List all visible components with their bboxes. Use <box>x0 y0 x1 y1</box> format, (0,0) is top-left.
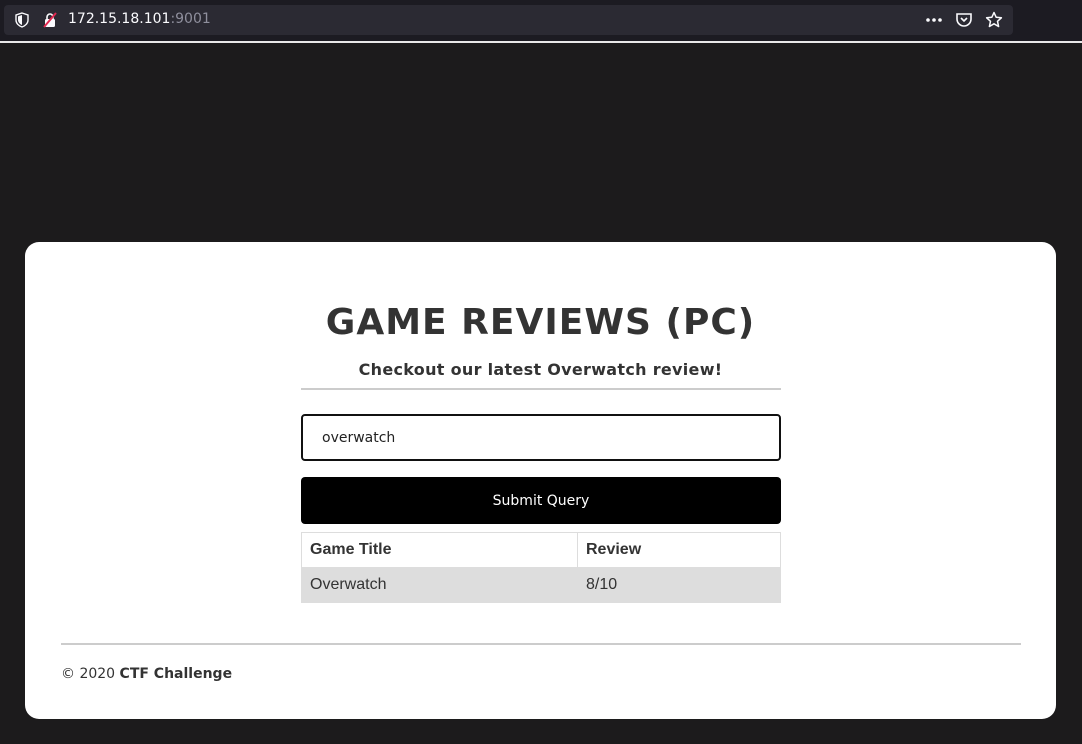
content-card: GAME REVIEWS (PC) Checkout our latest Ov… <box>25 242 1056 719</box>
url-bar[interactable]: 172.15.18.101:9001 <box>4 5 1013 35</box>
url-actions <box>925 11 1003 29</box>
shield-icon[interactable] <box>14 12 30 32</box>
cell-review: 8/10 <box>577 567 781 603</box>
reviews-table: Game Title Review Overwatch 8/10 <box>301 532 781 603</box>
insecure-lock-icon[interactable] <box>42 12 58 32</box>
submit-query-button[interactable]: Submit Query <box>301 477 781 524</box>
browser-toolbar: 172.15.18.101:9001 <box>0 0 1082 43</box>
bookmark-star-icon[interactable] <box>985 11 1003 29</box>
page-subtitle: Checkout our latest Overwatch review! <box>358 360 723 379</box>
url-host: 172.15.18.101 <box>68 11 171 27</box>
pocket-icon[interactable] <box>955 11 973 29</box>
table-header-row: Game Title Review <box>301 532 781 568</box>
footer-owner: CTF Challenge <box>119 666 233 682</box>
table-row: Overwatch 8/10 <box>301 567 781 603</box>
column-header-review: Review <box>577 532 781 568</box>
cell-game-title: Overwatch <box>301 567 578 603</box>
footer-divider <box>61 643 1021 645</box>
column-header-game-title: Game Title <box>301 532 578 568</box>
divider <box>301 388 781 390</box>
more-icon[interactable] <box>925 11 943 29</box>
search-input[interactable] <box>301 414 781 461</box>
page-title: GAME REVIEWS (PC) <box>325 302 756 343</box>
url-text[interactable]: 172.15.18.101:9001 <box>68 11 211 27</box>
footer-copyright: © 2020 <box>61 666 116 682</box>
footer: © 2020 CTF Challenge <box>61 666 232 682</box>
toolbar-divider <box>0 41 1082 43</box>
url-port: :9001 <box>170 11 211 27</box>
